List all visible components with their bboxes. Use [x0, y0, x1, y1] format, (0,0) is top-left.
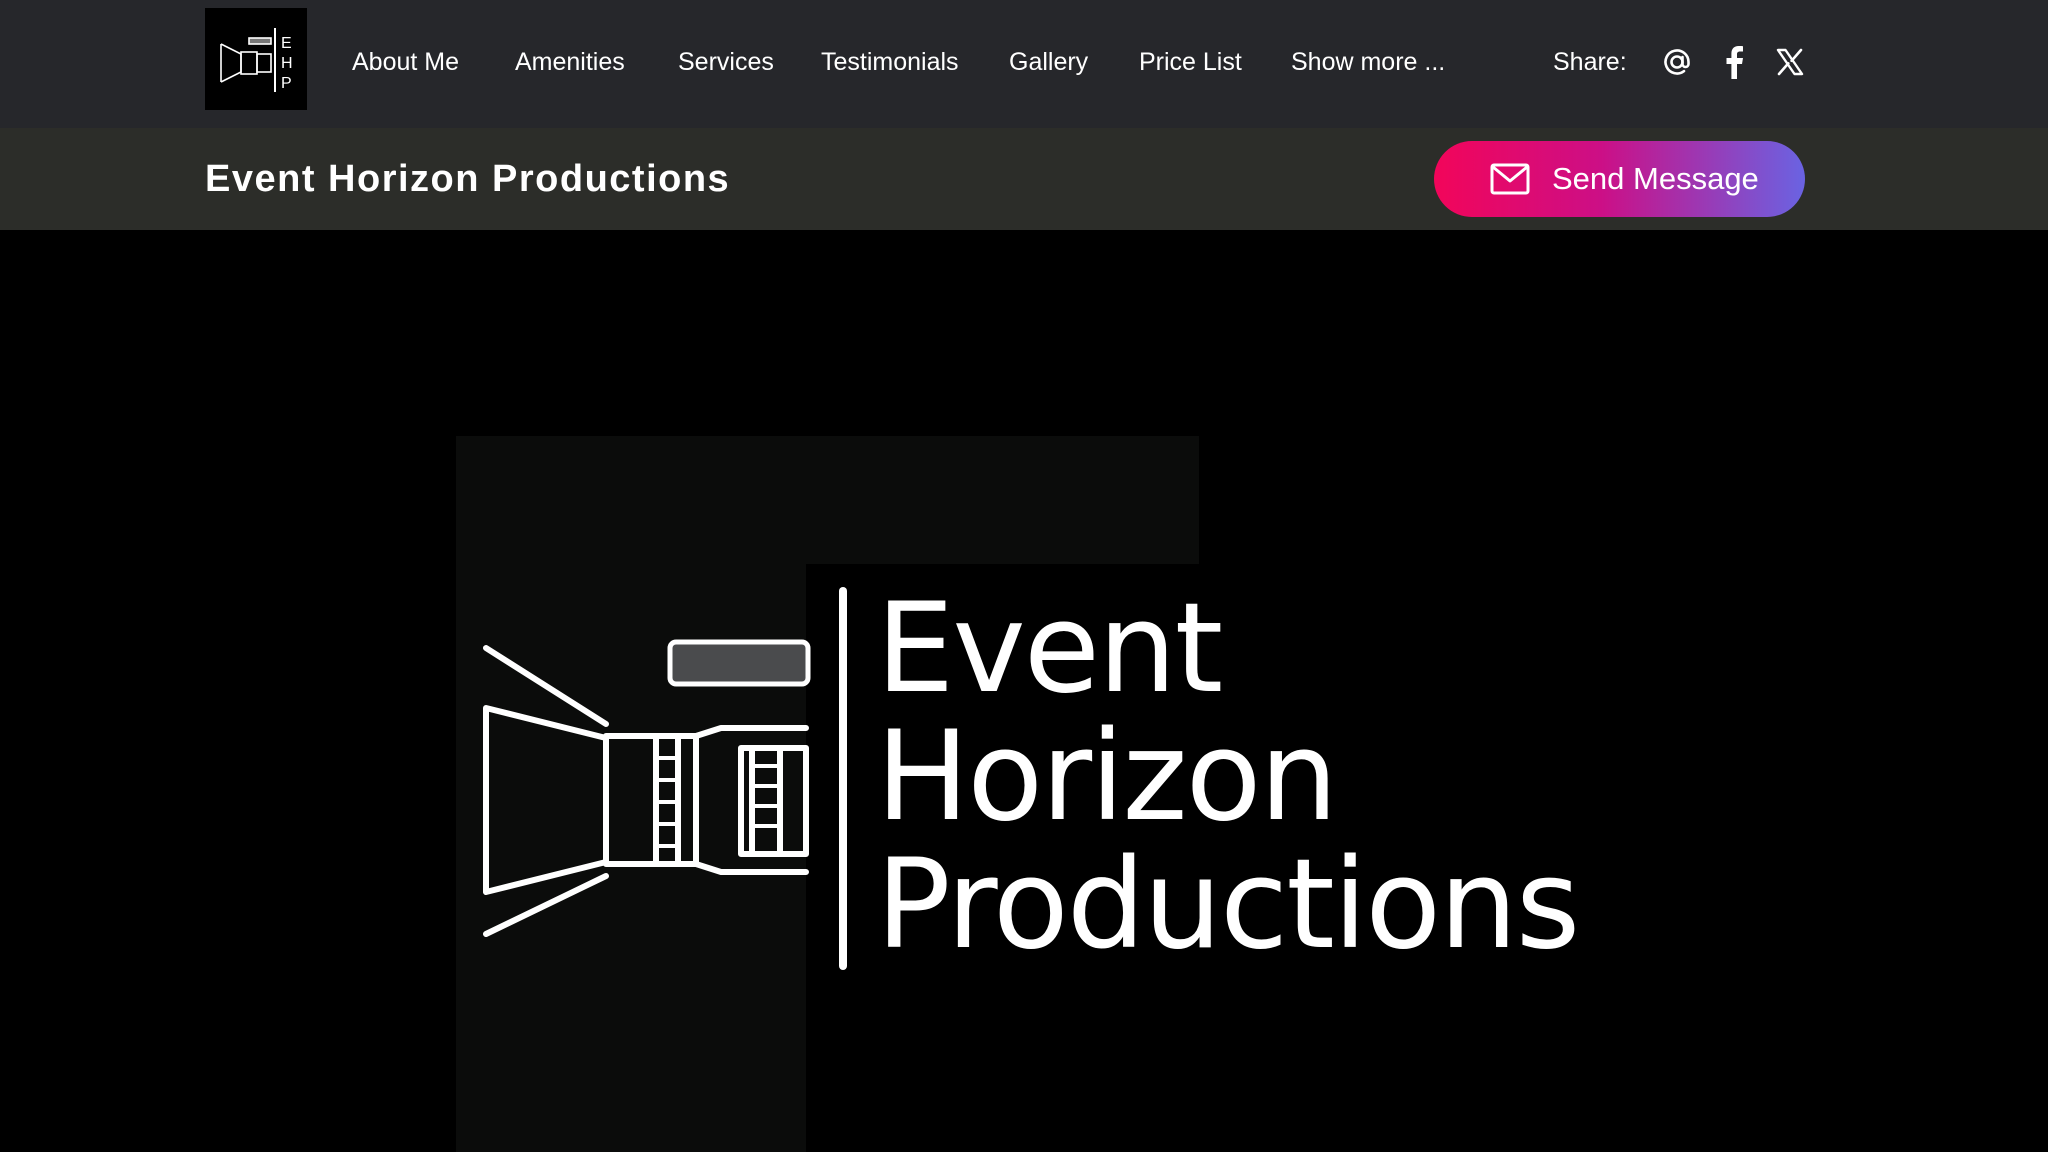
share-facebook-button[interactable] [1716, 44, 1752, 80]
send-message-button[interactable]: Send Message [1434, 141, 1805, 217]
share-label: Share: [1553, 48, 1627, 76]
camera-logo-icon: E H P [220, 28, 293, 92]
sub-header-bar: Event Horizon Productions Send Message [0, 128, 2048, 230]
nav-services[interactable]: Services [678, 40, 774, 84]
logo-letter-h: H [281, 55, 293, 72]
mail-icon [1490, 163, 1530, 195]
share-email-button[interactable] [1659, 44, 1695, 80]
nav-price-list[interactable]: Price List [1139, 40, 1242, 84]
top-navigation-bar: E H P About Me Amenities Services Testim… [0, 0, 2048, 128]
page-title: Event Horizon Productions [205, 158, 731, 200]
nav-show-more[interactable]: Show more ... [1291, 40, 1445, 84]
hero-section: Event Horizon Productions [0, 230, 2048, 1152]
hero-logo-word-event: Event [876, 577, 1223, 721]
facebook-icon [1726, 46, 1743, 79]
logo-letter-p: P [281, 75, 292, 92]
nav-amenities[interactable]: Amenities [515, 40, 625, 84]
hero-logo-wordmark: Event Horizon Productions [876, 585, 1596, 969]
at-sign-icon [1664, 49, 1690, 75]
nav-about-me[interactable]: About Me [352, 40, 459, 84]
share-x-button[interactable] [1772, 44, 1808, 80]
nav-testimonials[interactable]: Testimonials [821, 40, 959, 84]
hero-logo-word-horizon: Horizon [876, 705, 1338, 849]
send-message-label: Send Message [1552, 161, 1759, 196]
hero-logo-word-productions: Productions [876, 833, 1580, 977]
logo-letter-e: E [281, 35, 292, 52]
hero-camera-handle [667, 639, 811, 687]
x-twitter-icon [1776, 48, 1804, 76]
site-logo[interactable]: E H P [205, 8, 307, 110]
nav-gallery[interactable]: Gallery [1009, 40, 1088, 84]
